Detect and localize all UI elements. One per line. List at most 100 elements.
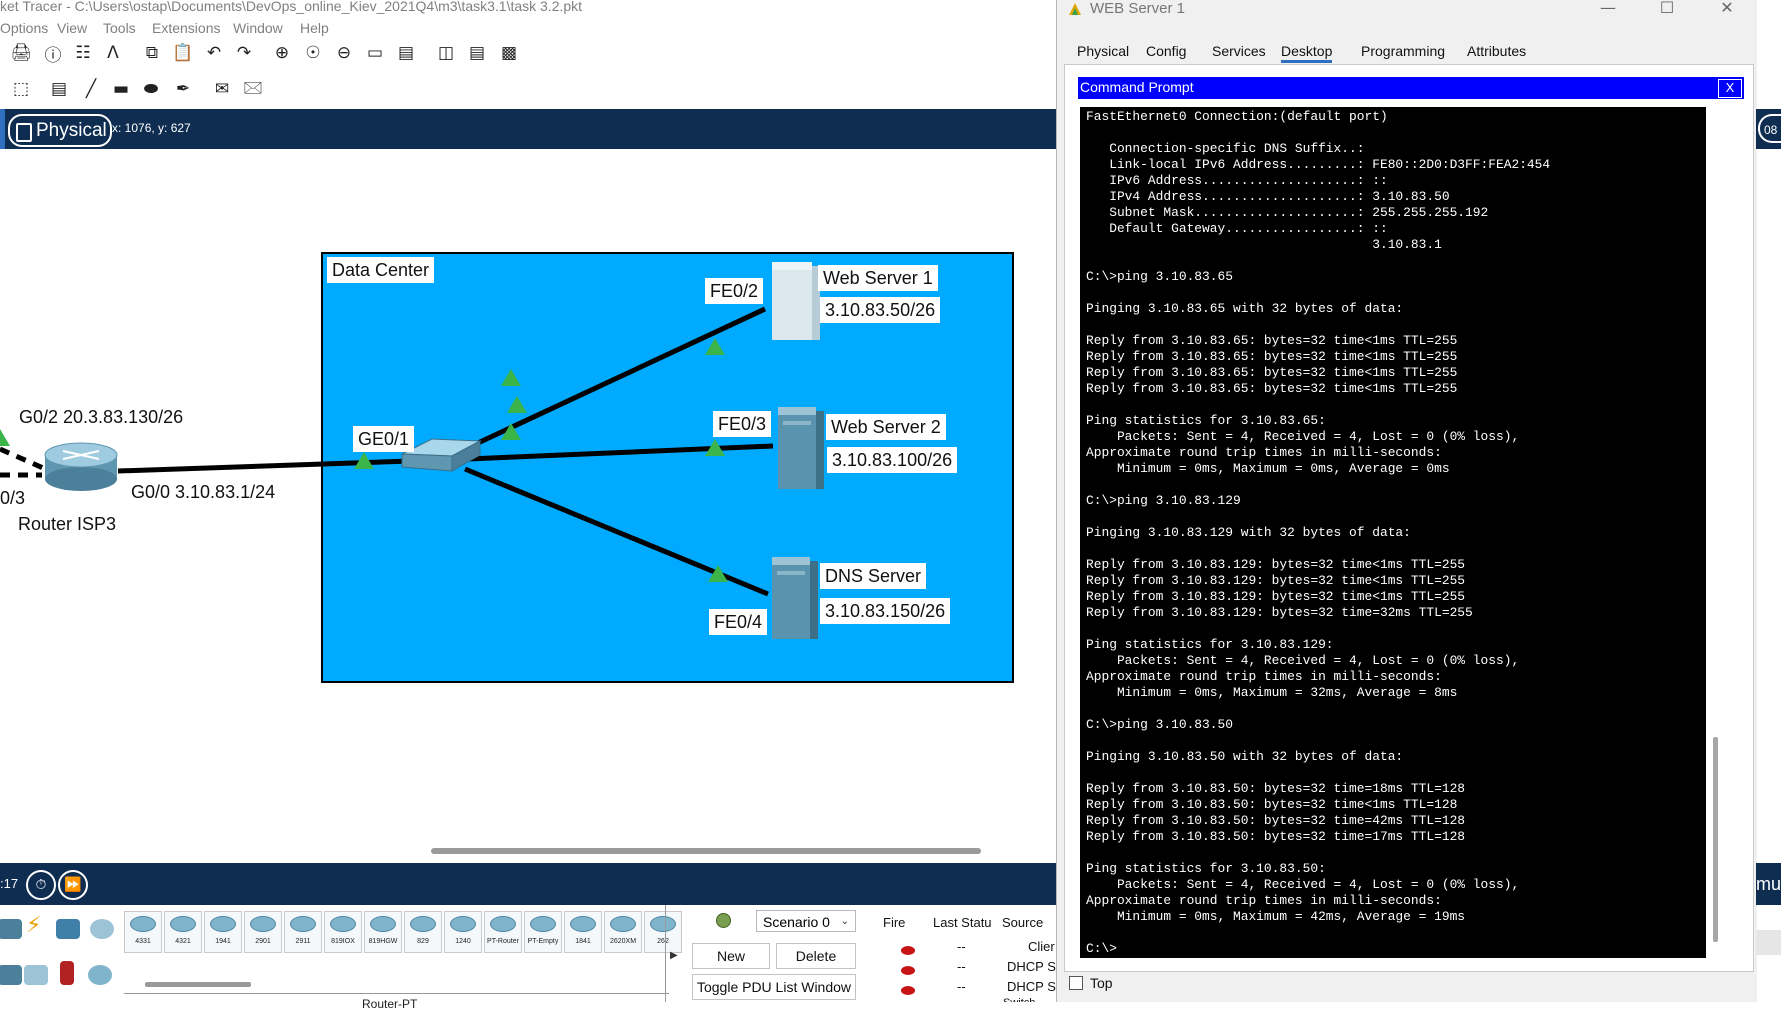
panel-arrow-icon[interactable]: ▶ (670, 950, 678, 961)
wireless-subcategory-icon[interactable] (24, 965, 48, 985)
device-model-tile[interactable]: PT-Empty (524, 911, 562, 953)
network-devices-category-icon[interactable] (0, 919, 22, 939)
freeform-icon[interactable]: ✒ (172, 78, 194, 100)
logical-tab-edge[interactable] (0, 109, 5, 149)
rectangle-icon[interactable]: ▬ (110, 78, 132, 100)
terminal-scrollbar[interactable] (1706, 107, 1724, 958)
security-subcategory-icon[interactable] (60, 961, 74, 985)
paste-icon[interactable]: 📋 (172, 42, 194, 64)
top-checkbox[interactable] (1069, 976, 1083, 990)
tab-desktop[interactable]: Desktop (1281, 43, 1333, 63)
zoom-in-icon[interactable]: ⊕ (271, 42, 293, 64)
cluster-icon[interactable]: ▤ (466, 42, 488, 64)
device-model-tile[interactable]: 262 (644, 911, 682, 953)
device-model-tile[interactable]: 1841 (564, 911, 602, 953)
topology-canvas[interactable]: Data Center FE0/2 Web Server 1 3.10.83.5… (0, 149, 1060, 854)
ws1-port-label: FE0/2 (705, 278, 764, 304)
device-model-tile[interactable]: 829 (404, 911, 442, 953)
custom-device-icon[interactable]: ▤ (395, 42, 417, 64)
close-icon[interactable]: ✕ (1712, 0, 1742, 16)
tab-config[interactable]: Config (1146, 43, 1186, 59)
realtime-mode-tab[interactable]: 08 (1758, 114, 1781, 143)
device-model-label: PT-Empty (527, 938, 559, 945)
scenario-panel: Scenario 0 ⌄ New Delete Toggle PDU List … (684, 905, 884, 1002)
command-prompt-close-button[interactable]: X (1718, 79, 1742, 98)
line-icon[interactable]: ╱ (80, 78, 102, 100)
toggle-pdu-list-button[interactable]: Toggle PDU List Window (692, 974, 856, 1000)
copy-icon[interactable]: ⧉ (141, 42, 163, 64)
scenario-info-icon[interactable] (716, 913, 731, 928)
fast-forward-button[interactable]: ⏩ (58, 870, 88, 900)
redo-icon[interactable]: ↷ (233, 42, 255, 64)
minimize-icon[interactable]: — (1593, 0, 1623, 16)
device-model-tile[interactable]: PT-Router (484, 911, 522, 953)
simple-pdu-icon[interactable]: ✉ (211, 78, 233, 100)
tab-programming[interactable]: Programming (1361, 43, 1445, 59)
pdu-icon[interactable]: ◫ (435, 42, 457, 64)
web-server-1-icon[interactable] (772, 262, 820, 340)
end-devices-category-icon[interactable] (56, 919, 80, 939)
menu-help[interactable]: Help (300, 20, 329, 36)
new-scenario-button[interactable]: New (692, 943, 770, 969)
time-bar: :17 ⏱ ⏩ (0, 863, 1060, 905)
ws1-name-label: Web Server 1 (818, 265, 938, 291)
undo-icon[interactable]: ↶ (203, 42, 225, 64)
zoom-reset-icon[interactable]: ☉ (302, 42, 324, 64)
routers-subcategory-icon[interactable] (0, 965, 22, 985)
tab-attributes[interactable]: Attributes (1467, 43, 1526, 59)
web-server-2-icon[interactable] (778, 407, 824, 489)
device-model-tile[interactable]: 4321 (164, 911, 202, 953)
network-wizard-icon[interactable]: ☷ (72, 42, 94, 64)
canvas-horizontal-scrollbar[interactable] (431, 848, 981, 854)
print-icon[interactable]: 🖨 (10, 42, 32, 64)
info-icon[interactable]: ⓘ (42, 42, 64, 66)
tab-services[interactable]: Services (1212, 43, 1266, 59)
device-panel: ⚡ 4331 4321 1941 2901 2911 819IOX 819HGW 829 124… (0, 905, 682, 1011)
terminal-scrollbar-thumb[interactable] (1713, 737, 1718, 942)
router-model-icon (290, 916, 316, 932)
device-model-tile[interactable]: 1240 (444, 911, 482, 953)
wan-emulation-category-icon[interactable] (90, 919, 114, 939)
cloud-subcategory-icon[interactable] (88, 965, 112, 985)
device-model-tile[interactable]: 4331 (124, 911, 162, 953)
ellipse-icon[interactable]: ⬬ (140, 78, 162, 100)
complex-pdu-icon[interactable]: 🖂 (242, 78, 264, 100)
device-model-tile[interactable]: 819IOX (324, 911, 362, 953)
router-model-icon (170, 916, 196, 932)
note-icon[interactable]: ▤ (48, 78, 70, 100)
physical-mode-tab[interactable]: Physical (8, 114, 112, 147)
dns-name-label: DNS Server (820, 563, 927, 589)
device-model-tile[interactable]: 1941 (204, 911, 242, 953)
simulation-mode-label[interactable]: mu (1756, 863, 1781, 905)
power-cycle-button[interactable]: ⏱ (26, 870, 56, 900)
tab-physical[interactable]: Physical (1077, 43, 1129, 59)
scenario-selected-value: Scenario 0 (763, 914, 830, 930)
delete-scenario-button[interactable]: Delete (776, 943, 856, 969)
menu-options[interactable]: Options (0, 20, 48, 36)
image-icon[interactable]: ▩ (498, 42, 520, 64)
device-model-tile[interactable]: 819HGW (364, 911, 402, 953)
web-server-titlebar[interactable]: WEB Server 1 — ☐ ✕ (1057, 0, 1757, 20)
device-list-scrollbar[interactable] (145, 982, 251, 987)
device-model-tile[interactable]: 2620XM (604, 911, 642, 953)
menu-view[interactable]: View (57, 20, 87, 36)
router-isp3-icon[interactable] (44, 442, 118, 491)
drawing-palette-icon[interactable]: ▭ (364, 42, 386, 64)
menu-window[interactable]: Window (233, 20, 283, 36)
router-model-icon (130, 916, 156, 932)
menu-tools[interactable]: Tools (103, 20, 136, 36)
dns-server-icon[interactable] (772, 557, 818, 639)
connections-category-icon[interactable]: ⚡ (26, 914, 50, 936)
zoom-out-icon[interactable]: ⊖ (333, 42, 355, 64)
device-model-tile[interactable]: 2911 (284, 911, 322, 953)
menu-extensions[interactable]: Extensions (152, 20, 220, 36)
scenario-select[interactable]: Scenario 0 ⌄ (756, 910, 856, 932)
command-prompt-terminal[interactable]: FastEthernet0 Connection:(default port) … (1080, 107, 1706, 958)
activity-wizard-icon[interactable]: Λ (102, 42, 124, 64)
select-icon[interactable]: ⬚ (10, 78, 32, 100)
window-title: ket Tracer - C:\Users\ostap\Documents\De… (0, 0, 583, 14)
divider (665, 905, 666, 1002)
device-model-tile[interactable]: 2901 (244, 911, 282, 953)
command-prompt-header: Command Prompt X (1078, 77, 1744, 99)
maximize-icon[interactable]: ☐ (1652, 0, 1682, 16)
